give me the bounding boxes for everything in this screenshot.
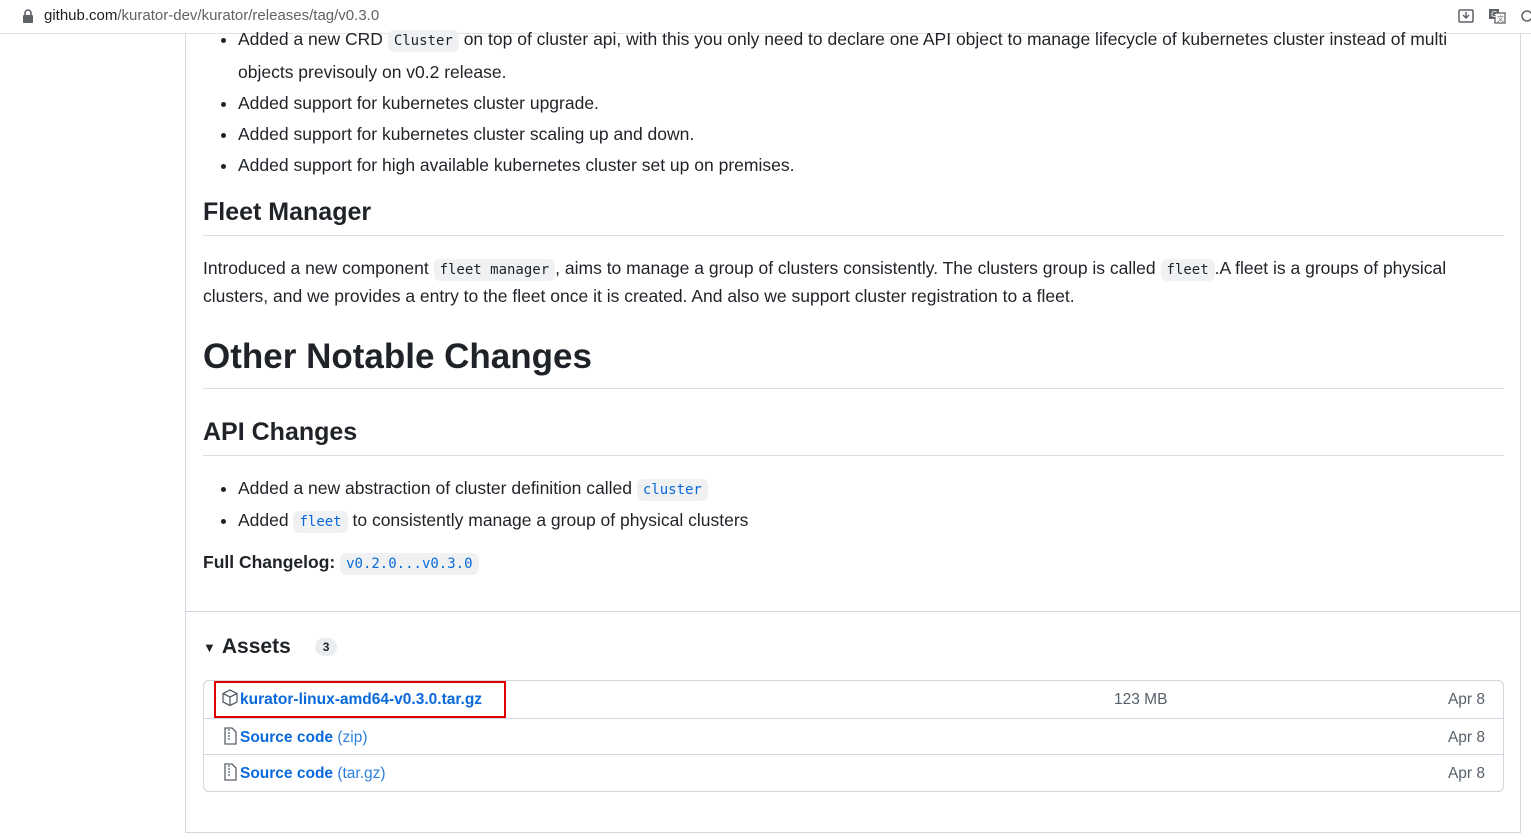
- inline-code: fleet manager: [433, 259, 556, 281]
- asset-size: 123 MB: [1114, 691, 1168, 708]
- list-item: Added a new abstraction of cluster defin…: [238, 473, 1504, 505]
- list-item: Added fleet to consistently manage a gro…: [238, 505, 1504, 537]
- api-changes-list: Added a new abstraction of cluster defin…: [203, 473, 1504, 537]
- fleet-manager-paragraph: Introduced a new component fleet manager…: [203, 258, 1447, 306]
- svg-text:文: 文: [1497, 14, 1504, 23]
- list-item: Added support for high available kuberne…: [238, 150, 1504, 181]
- asset-row: Source code (zip) Apr 8: [204, 718, 1503, 756]
- url-field[interactable]: github.com/kurator-dev/kurator/releases/…: [44, 7, 379, 24]
- heading-divider: [203, 235, 1504, 236]
- install-app-icon[interactable]: [1457, 7, 1475, 25]
- heading-divider: [203, 455, 1504, 456]
- assets-count-badge: 3: [314, 638, 338, 656]
- inline-code-link[interactable]: cluster: [636, 479, 708, 501]
- more-icon[interactable]: [1520, 7, 1531, 25]
- full-changelog: Full Changelog: v0.2.0...v0.3.0: [203, 552, 479, 575]
- asset-link[interactable]: Source code (tar.gz): [240, 765, 386, 783]
- inline-code: fleet: [1160, 259, 1215, 281]
- asset-date: Apr 8: [1447, 765, 1485, 782]
- list-item: Added support for kubernetes cluster sca…: [238, 119, 1504, 150]
- assets-toggle[interactable]: ▼ Assets 3: [203, 635, 338, 659]
- list-item: Added support for kubernetes cluster upg…: [238, 88, 1504, 119]
- other-notable-changes-heading: Other Notable Changes: [203, 337, 592, 376]
- file-zip-icon: [224, 763, 237, 781]
- section-divider: [186, 611, 1521, 612]
- lock-icon: [23, 9, 33, 23]
- translate-icon[interactable]: G 文: [1488, 7, 1506, 25]
- url-host: github.com: [44, 7, 118, 24]
- list-item: Added a new CRD Cluster on top of cluste…: [238, 24, 1504, 88]
- changelog-compare-link[interactable]: v0.2.0...v0.3.0: [340, 553, 479, 575]
- fleet-manager-heading: Fleet Manager: [203, 198, 372, 226]
- inline-code: Cluster: [387, 30, 459, 52]
- release-notes-top-list: Added a new CRD Cluster on top of cluste…: [203, 24, 1504, 181]
- full-changelog-label: Full Changelog: [203, 552, 330, 572]
- url-path: /kurator-dev/kurator/releases/tag/v0.3.0: [117, 7, 380, 24]
- file-zip-icon: [224, 727, 237, 745]
- api-changes-heading: API Changes: [203, 418, 358, 446]
- heading-divider: [203, 388, 1504, 389]
- asset-link[interactable]: Source code (zip): [240, 729, 367, 747]
- asset-row: Source code (tar.gz) Apr 8: [204, 754, 1503, 792]
- inline-code-link[interactable]: fleet: [293, 511, 348, 533]
- asset-date: Apr 8: [1447, 691, 1485, 708]
- highlight-box: [214, 681, 506, 718]
- assets-heading: Assets: [221, 635, 291, 658]
- asset-date: Apr 8: [1447, 729, 1485, 746]
- caret-down-icon: ▼: [203, 639, 216, 655]
